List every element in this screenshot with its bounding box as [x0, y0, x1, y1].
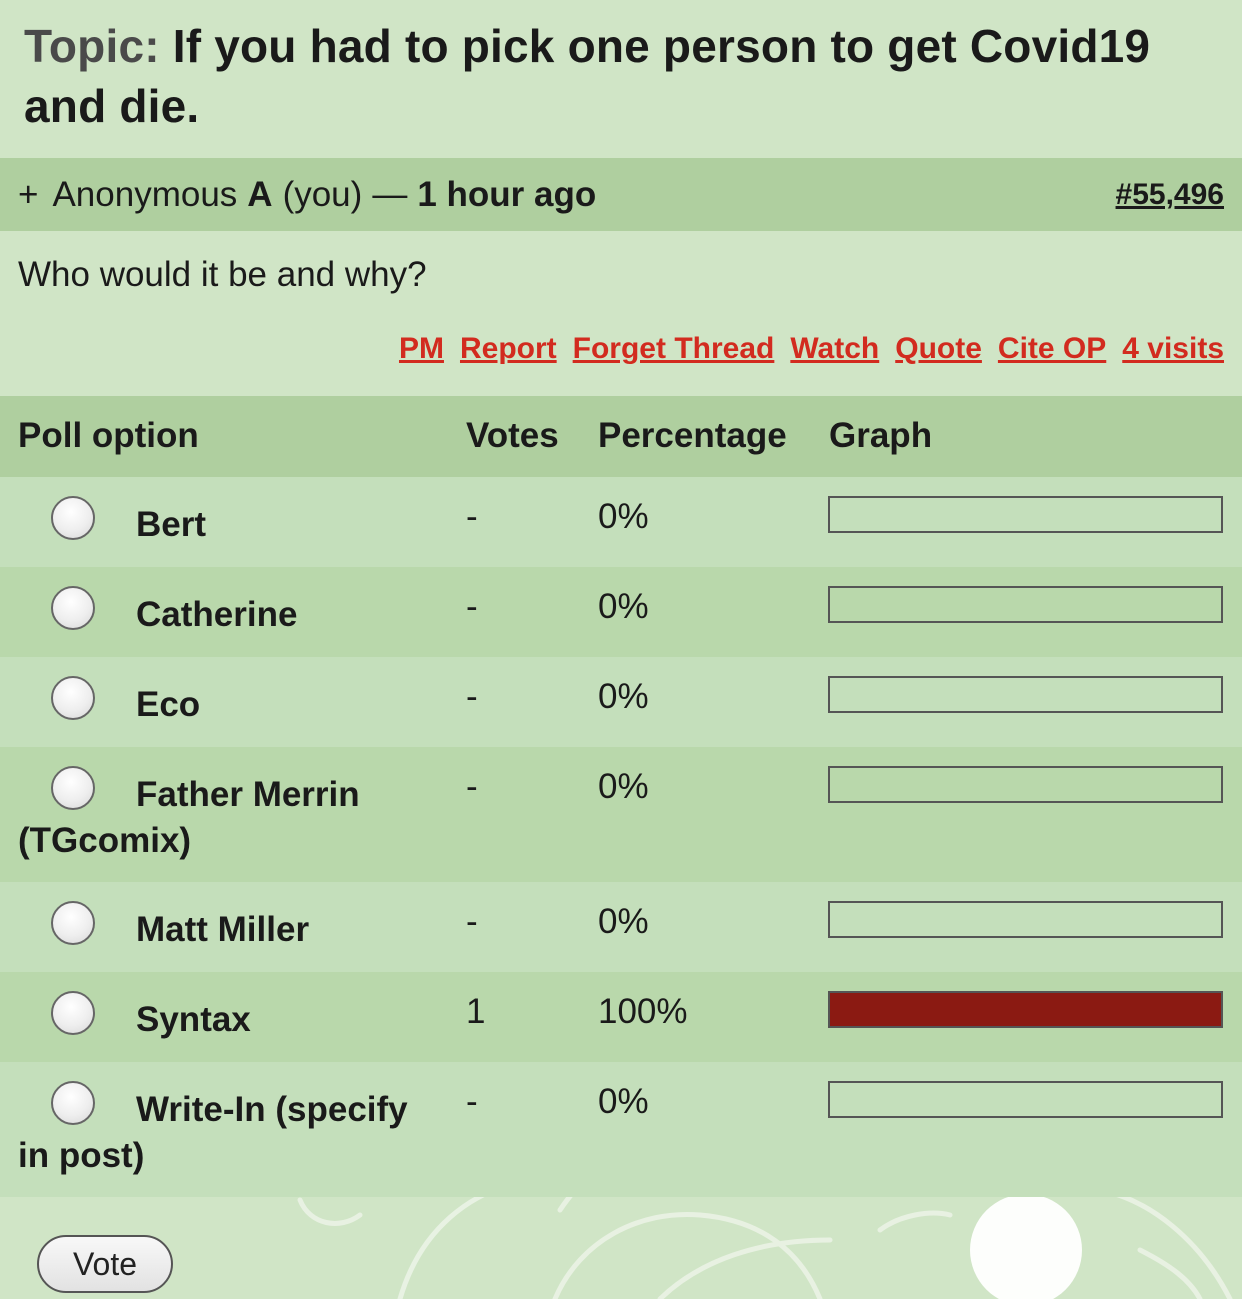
poll-row: Father Merrin (TGcomix) - 0%: [0, 747, 1242, 882]
poll-percentage: 0%: [598, 497, 649, 536]
poll-row: Matt Miller - 0%: [0, 882, 1242, 972]
poll-row: Catherine - 0%: [0, 567, 1242, 657]
you-tag: (you): [282, 174, 363, 214]
votes-header: Votes: [466, 416, 559, 455]
poll-votes: -: [466, 587, 478, 626]
poll-percentage: 0%: [598, 1082, 649, 1121]
poll-header-row: Poll option Votes Percentage Graph: [0, 396, 1242, 477]
poll-row: Write-In (specify in post) - 0%: [0, 1062, 1242, 1197]
poll-option-header: Poll option: [18, 416, 199, 455]
author-letter: A: [247, 174, 273, 214]
poll-percentage: 0%: [598, 902, 649, 941]
author-name: Anonymous: [52, 174, 238, 214]
poll-percentage: 0%: [598, 767, 649, 806]
poll-bar: [828, 766, 1223, 803]
poll-option-label: Eco: [136, 685, 201, 724]
poll-row: Bert - 0%: [0, 477, 1242, 567]
post-body: Who would it be and why?: [18, 255, 427, 294]
poll-option-label: Matt Miller: [136, 910, 310, 949]
poll-option-label: Write-In (specify in post): [18, 1090, 408, 1175]
forget-thread-link[interactable]: Forget Thread: [573, 332, 775, 366]
separator: —: [372, 174, 408, 214]
poll-votes: 1: [466, 992, 486, 1031]
graph-header: Graph: [829, 416, 933, 455]
report-link[interactable]: Report: [460, 332, 557, 366]
post-actions: PM Report Forget Thread Watch Quote Cite…: [399, 332, 1224, 366]
poll-row: Eco - 0%: [0, 657, 1242, 747]
poll-option-label: Father Merrin (TGcomix): [18, 775, 360, 860]
watch-link[interactable]: Watch: [790, 332, 879, 366]
poll-percentage: 0%: [598, 587, 649, 626]
post-number-link[interactable]: #55,496: [1116, 178, 1224, 212]
poll-percentage: 100%: [598, 992, 688, 1031]
poll-percentage: 0%: [598, 677, 649, 716]
poll-votes: -: [466, 677, 478, 716]
cite-op-link[interactable]: Cite OP: [998, 332, 1106, 366]
poll-bar: [828, 901, 1223, 938]
percentage-header: Percentage: [598, 416, 787, 455]
poll-table: Poll option Votes Percentage Graph Bert …: [0, 396, 1242, 1197]
quote-link[interactable]: Quote: [895, 332, 982, 366]
topic-label: Topic:: [24, 20, 160, 72]
poll-bar: [828, 496, 1223, 533]
poll-row: Syntax 1 100%: [0, 972, 1242, 1062]
topic-heading: Topic: If you had to pick one person to …: [0, 0, 1242, 158]
poll-option-label: Bert: [136, 505, 207, 544]
topic-title: If you had to pick one person to get Cov…: [24, 20, 1151, 132]
post-time: 1 hour ago: [417, 174, 597, 214]
expand-icon[interactable]: +: [18, 175, 38, 215]
reply-header: + Anonymous A (you) — 1 hour ago #55,496: [0, 158, 1242, 231]
pm-link[interactable]: PM: [399, 332, 444, 366]
poll-bar: [828, 676, 1223, 713]
poll-bar: [828, 1081, 1223, 1118]
poll-bar: [828, 586, 1223, 623]
poll-votes: -: [466, 1082, 478, 1121]
poll-option-label: Catherine: [136, 595, 298, 634]
poll-votes: -: [466, 767, 478, 806]
poll-votes: -: [466, 497, 478, 536]
poll-bar-fill: [830, 993, 1221, 1026]
poll-votes: -: [466, 902, 478, 941]
poll-option-label: Syntax: [136, 1000, 251, 1039]
vote-button[interactable]: Vote: [37, 1235, 173, 1293]
visits-link[interactable]: 4 visits: [1122, 332, 1224, 366]
poll-bar: [828, 991, 1223, 1028]
